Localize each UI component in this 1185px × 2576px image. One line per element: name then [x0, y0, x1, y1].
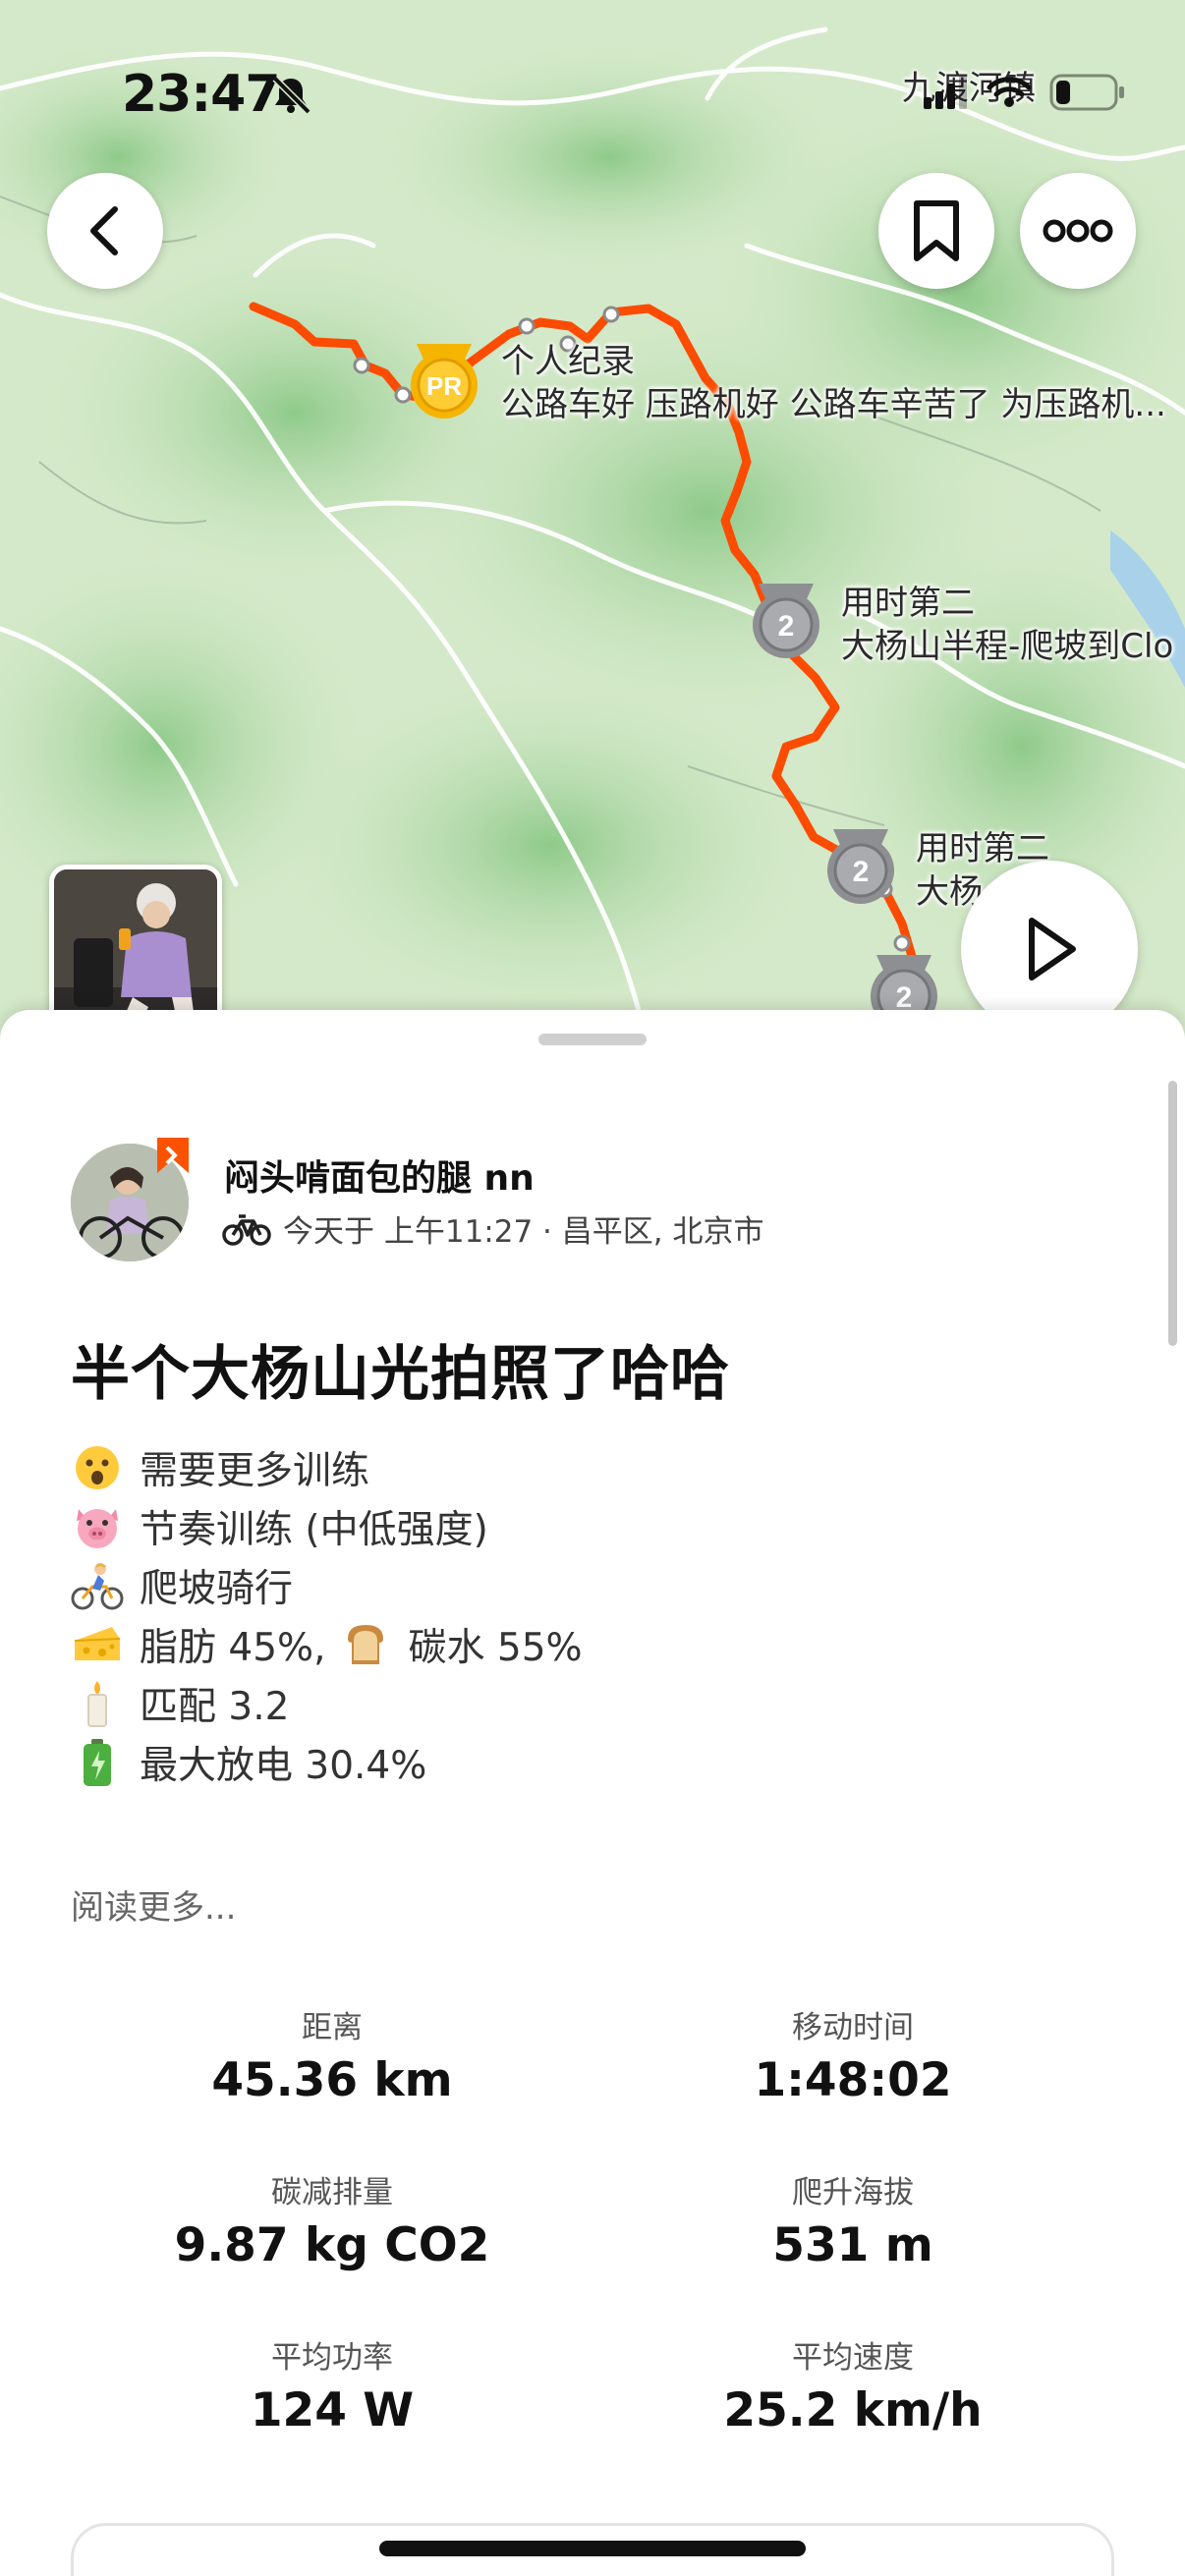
stat-moving-time: 移动时间 1:48:02 — [597, 2002, 1108, 2107]
status-time: 23:47 — [122, 65, 281, 124]
scroll-indicator[interactable] — [1168, 1081, 1177, 1346]
stat-label: 爬升海拔 — [792, 2175, 914, 2211]
candle-icon — [71, 1679, 124, 1728]
activity-description: 需要更多训练 节奏训练 (中低强度) 爬坡骑行 脂肪 45%, 碳水 55% 匹… — [71, 1438, 583, 1792]
more-dots-icon — [1043, 219, 1113, 243]
description-line: 匹配 3.2 — [71, 1674, 583, 1733]
route-map[interactable]: 九渡河镇 PR 个人纪录 公路车好 压路机好 公路车辛苦了 为压路机... 2 … — [0, 0, 1185, 1041]
back-button[interactable] — [47, 173, 163, 289]
bread-icon — [339, 1620, 392, 1669]
wifi-icon — [987, 77, 1032, 107]
second1-title-label: 用时第二 — [841, 584, 975, 623]
description-line: 节奏训练 (中低强度) — [71, 1497, 583, 1556]
activity-meta-text: 今天于 上午11:27 · 昌平区, 北京市 — [283, 1214, 764, 1250]
medal-rank-text: 2 — [778, 610, 795, 643]
stat-label: 距离 — [302, 2010, 363, 2045]
battery-icon — [71, 1738, 124, 1787]
home-indicator[interactable] — [379, 2541, 806, 2556]
athlete-name[interactable]: 闷头啃面包的腿 nn — [224, 1149, 535, 1201]
description-line: 需要更多训练 — [71, 1438, 583, 1497]
activity-meta: 今天于 上午11:27 · 昌平区, 北京市 — [222, 1206, 763, 1251]
stat-avg-power: 平均功率 124 W — [77, 2332, 588, 2437]
description-text: 需要更多训练 — [140, 1449, 370, 1493]
stat-value: 25.2 km/h — [723, 2383, 983, 2437]
description-line: 最大放电 30.4% — [71, 1733, 583, 1792]
pr-badge-text: PR — [426, 371, 462, 401]
pig-face-icon — [71, 1502, 124, 1551]
description-text: 匹配 3.2 — [140, 1685, 290, 1729]
stat-label: 碳减排量 — [271, 2175, 393, 2211]
pr-title-label: 个人纪录 — [501, 342, 635, 381]
stat-value: 45.36 km — [211, 2053, 453, 2107]
silver-medal-icon[interactable]: 2 — [747, 580, 825, 662]
medal-rank-text: 2 — [853, 856, 870, 888]
bookmark-button[interactable] — [878, 173, 994, 289]
bell-slash-icon — [272, 76, 311, 115]
read-more-link[interactable]: 阅读更多... — [71, 1880, 236, 1929]
description-line: 爬坡骑行 — [71, 1556, 583, 1615]
bookmark-icon — [914, 200, 959, 261]
description-text: 节奏训练 (中低强度) — [140, 1508, 488, 1552]
description-line: 脂肪 45%, 碳水 55% — [71, 1615, 583, 1674]
description-text: 最大放电 30.4% — [140, 1744, 427, 1788]
stat-value: 531 m — [772, 2218, 933, 2272]
chevron-left-icon — [90, 206, 118, 255]
activity-details-sheet[interactable]: 闷头啃面包的腿 nn 今天于 上午11:27 · 昌平区, 北京市 半个大杨山光… — [0, 1010, 1185, 2576]
activity-title: 半个大杨山光拍照了哈哈 — [71, 1340, 730, 1409]
stat-label: 平均功率 — [271, 2340, 393, 2376]
pr-segment-label[interactable]: 公路车好 压路机好 公路车辛苦了 为压路机... — [501, 385, 1166, 424]
surprised-face-icon — [71, 1443, 124, 1492]
subscriber-badge-icon — [157, 1138, 189, 1173]
stat-label: 平均速度 — [792, 2340, 914, 2376]
cheese-icon — [71, 1620, 124, 1669]
silver-medal-icon[interactable]: 2 — [821, 825, 900, 908]
stat-value: 1:48:02 — [754, 2053, 952, 2107]
status-indicators — [924, 71, 1126, 114]
stat-value: 124 W — [250, 2383, 415, 2437]
stat-value: 9.87 kg CO2 — [174, 2218, 490, 2272]
stat-avg-speed: 平均速度 25.2 km/h — [597, 2332, 1108, 2437]
description-text: 爬坡骑行 — [140, 1567, 294, 1611]
cyclist-icon — [71, 1561, 124, 1610]
second1-segment-label[interactable]: 大杨山半程-爬坡到Clo — [841, 627, 1173, 666]
stat-co2-saved: 碳减排量 9.87 kg CO2 — [77, 2167, 588, 2272]
stat-elevation-gain: 爬升海拔 531 m — [597, 2167, 1108, 2272]
bike-icon — [222, 1213, 271, 1246]
stat-distance: 距离 45.36 km — [77, 2002, 588, 2107]
description-text: 碳水 55% — [408, 1626, 583, 1670]
play-icon — [1029, 918, 1076, 980]
sheet-grabber[interactable] — [538, 1034, 647, 1045]
stat-label: 移动时间 — [792, 2010, 914, 2045]
more-options-button[interactable] — [1020, 173, 1136, 289]
battery-status-icon — [1049, 74, 1124, 111]
description-text: 脂肪 45%, — [140, 1626, 326, 1670]
pr-medal-icon[interactable]: PR — [405, 340, 483, 422]
cellular-signal-icon — [924, 76, 967, 109]
